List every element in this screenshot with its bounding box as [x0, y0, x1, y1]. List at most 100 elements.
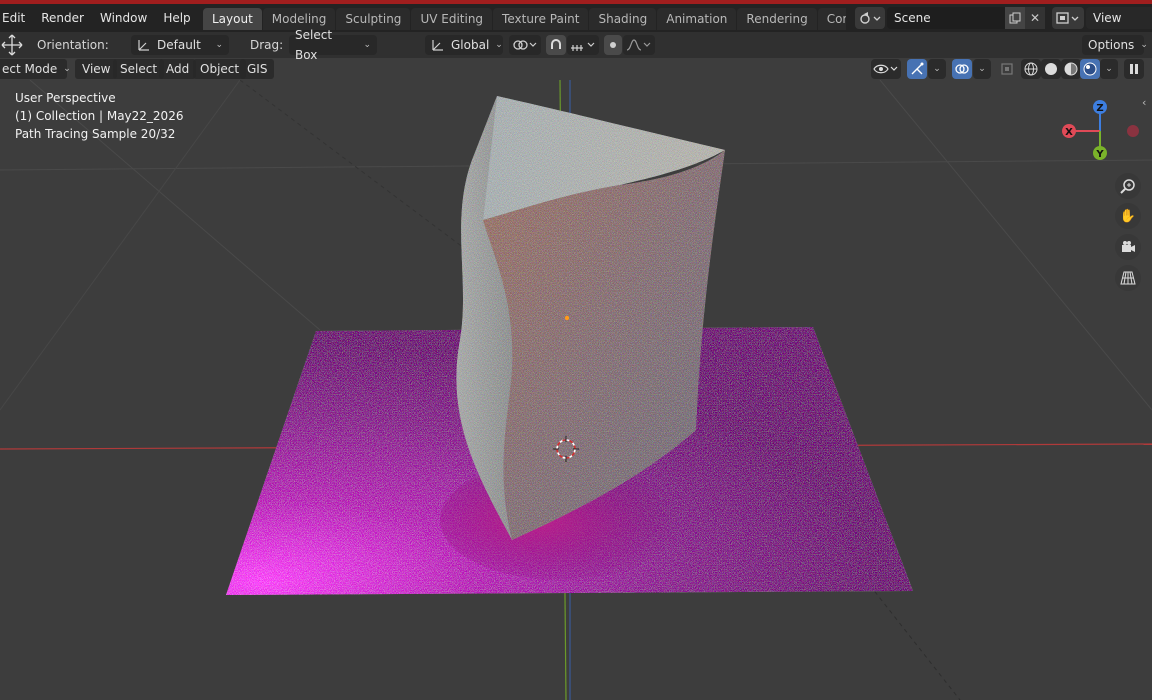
grid-perspective-icon	[1120, 271, 1136, 285]
scene-icon	[860, 12, 881, 24]
view-layer-selector: View Layer	[1052, 7, 1152, 47]
object-menu[interactable]: Object	[193, 59, 247, 79]
chevron-down-icon: ⌄	[978, 64, 986, 74]
xray-icon	[1001, 63, 1013, 75]
wireframe-shading-button[interactable]	[1021, 59, 1041, 79]
gizmo-toggle[interactable]	[907, 59, 927, 79]
zoom-icon	[1120, 179, 1135, 194]
tab-uv-editing[interactable]: UV Editing	[411, 8, 493, 30]
hand-icon: ✋	[1119, 208, 1137, 224]
menu-help[interactable]: Help	[155, 4, 198, 32]
tool-settings-header: Orientation: Default ⌄ Drag: Select Box …	[0, 28, 1152, 62]
solid-sphere-icon	[1045, 63, 1057, 75]
magnet-icon	[551, 39, 561, 49]
navigation-gizmo[interactable]: Z X Y	[1062, 100, 1139, 160]
copy-icon	[1009, 12, 1021, 24]
snap-toggle[interactable]	[546, 35, 566, 55]
view-layer-name-field[interactable]: View Layer	[1086, 7, 1152, 47]
chevron-down-icon: ⌄	[215, 40, 223, 50]
3d-viewport[interactable]: Z X Y	[0, 80, 1152, 700]
falloff-dropdown[interactable]	[623, 35, 655, 55]
chevron-down-icon: ⌄	[363, 40, 371, 50]
remove-scene-button[interactable]: ✕	[1025, 7, 1045, 29]
render-status-text: Path Tracing Sample 20/32	[15, 127, 176, 141]
menu-window[interactable]: Window	[92, 4, 155, 32]
drag-dropdown[interactable]: Select Box ⌄	[289, 28, 377, 62]
view-menu[interactable]: View	[75, 59, 118, 79]
orientation-label: Orientation:	[37, 38, 109, 52]
shading-options-dropdown[interactable]: ⌄	[1100, 59, 1118, 79]
gizmo-options-dropdown[interactable]: ⌄	[928, 59, 946, 79]
wireframe-sphere-icon	[1024, 62, 1038, 76]
view-perspective-text: User Perspective	[15, 91, 116, 105]
gis-menu[interactable]: GIS	[240, 59, 275, 79]
visibility-dropdown[interactable]	[871, 59, 901, 79]
scene-name-field[interactable]: Scene	[887, 7, 1005, 29]
snap-target-dropdown[interactable]	[567, 35, 599, 55]
transform-tool-icon[interactable]	[0, 34, 24, 56]
pivot-point-dropdown[interactable]	[509, 35, 541, 55]
material-preview-button[interactable]	[1061, 59, 1081, 79]
perspective-toggle-button[interactable]	[1115, 265, 1141, 291]
camera-view-button[interactable]	[1115, 234, 1141, 260]
close-icon: ✕	[1029, 11, 1041, 25]
proportional-edit-toggle[interactable]	[604, 35, 622, 55]
overlays-icon	[955, 64, 969, 74]
mode-dropdown[interactable]: ect Mode ⌄	[0, 59, 71, 79]
menu-render[interactable]: Render	[33, 4, 92, 32]
rendered-shading-button[interactable]	[1080, 59, 1100, 79]
tab-compositing[interactable]: Compositing	[817, 8, 846, 30]
options-dropdown[interactable]: Options ⌄	[1082, 35, 1148, 55]
rendered-sphere-icon	[1083, 62, 1097, 76]
drag-label: Drag:	[250, 38, 284, 52]
select-menu[interactable]: Select	[113, 59, 165, 79]
proportional-edit-icon	[610, 42, 616, 48]
tab-texture-paint[interactable]: Texture Paint	[493, 8, 589, 30]
gizmo-icon	[911, 62, 924, 75]
pan-button[interactable]: ✋	[1115, 203, 1141, 229]
chevron-down-icon: ⌄	[495, 40, 503, 50]
chevron-down-icon: ⌄	[1105, 64, 1113, 74]
viewport-header: ect Mode ⌄ View Select Add Object GIS ⌄ …	[0, 58, 1152, 80]
chevron-down-icon: ⌄	[63, 64, 71, 74]
orientation-icon	[138, 40, 149, 51]
chevron-down-icon: ⌄	[1140, 40, 1148, 50]
object-origin	[564, 315, 570, 321]
tab-layout[interactable]: Layout	[203, 8, 262, 30]
snap-increment-icon	[571, 42, 595, 51]
scene-browse-button[interactable]	[855, 7, 885, 29]
gizmo-negative-x-axis[interactable]	[1127, 125, 1139, 137]
camera-icon	[1122, 241, 1135, 252]
falloff-curve-icon	[626, 39, 651, 51]
eye-icon	[873, 64, 898, 74]
sidebar-toggle-icon[interactable]: ‹	[1142, 96, 1146, 109]
tab-rendering[interactable]: Rendering	[737, 8, 817, 30]
options-label: Options	[1088, 38, 1135, 52]
view-layer-browse-button[interactable]	[1052, 7, 1084, 29]
overlays-options-dropdown[interactable]: ⌄	[973, 59, 991, 79]
scene-selector: Scene ✕	[855, 7, 1045, 29]
mode-value: ect Mode	[2, 62, 58, 76]
overlays-toggle[interactable]	[952, 59, 972, 79]
move-icon	[1, 34, 23, 56]
tab-animation[interactable]: Animation	[657, 8, 737, 30]
global-axes-icon	[432, 40, 443, 51]
gizmo-x-label: X	[1065, 127, 1073, 138]
duplicate-scene-button[interactable]	[1005, 7, 1025, 29]
add-menu[interactable]: Add	[159, 59, 197, 79]
transform-orientation-value: Global	[451, 38, 490, 52]
gizmo-z-label: Z	[1096, 103, 1103, 114]
orientation-dropdown[interactable]: Default ⌄	[131, 35, 229, 55]
tab-shading[interactable]: Shading	[589, 8, 657, 30]
chevron-down-icon: ⌄	[933, 64, 941, 74]
transform-orientation-dropdown[interactable]: Global ⌄	[425, 35, 503, 55]
menu-edit[interactable]: Edit	[0, 4, 33, 32]
solid-shading-button[interactable]	[1041, 59, 1061, 79]
xray-toggle[interactable]	[998, 59, 1016, 79]
pause-render-button[interactable]	[1124, 59, 1144, 79]
top-bar: Edit Render Window Help Layout Modeling …	[0, 4, 1152, 47]
pivot-icon	[513, 40, 537, 50]
zoom-button[interactable]	[1115, 173, 1141, 199]
main-menu: Edit Render Window Help	[0, 4, 199, 32]
orientation-value: Default	[157, 38, 201, 52]
